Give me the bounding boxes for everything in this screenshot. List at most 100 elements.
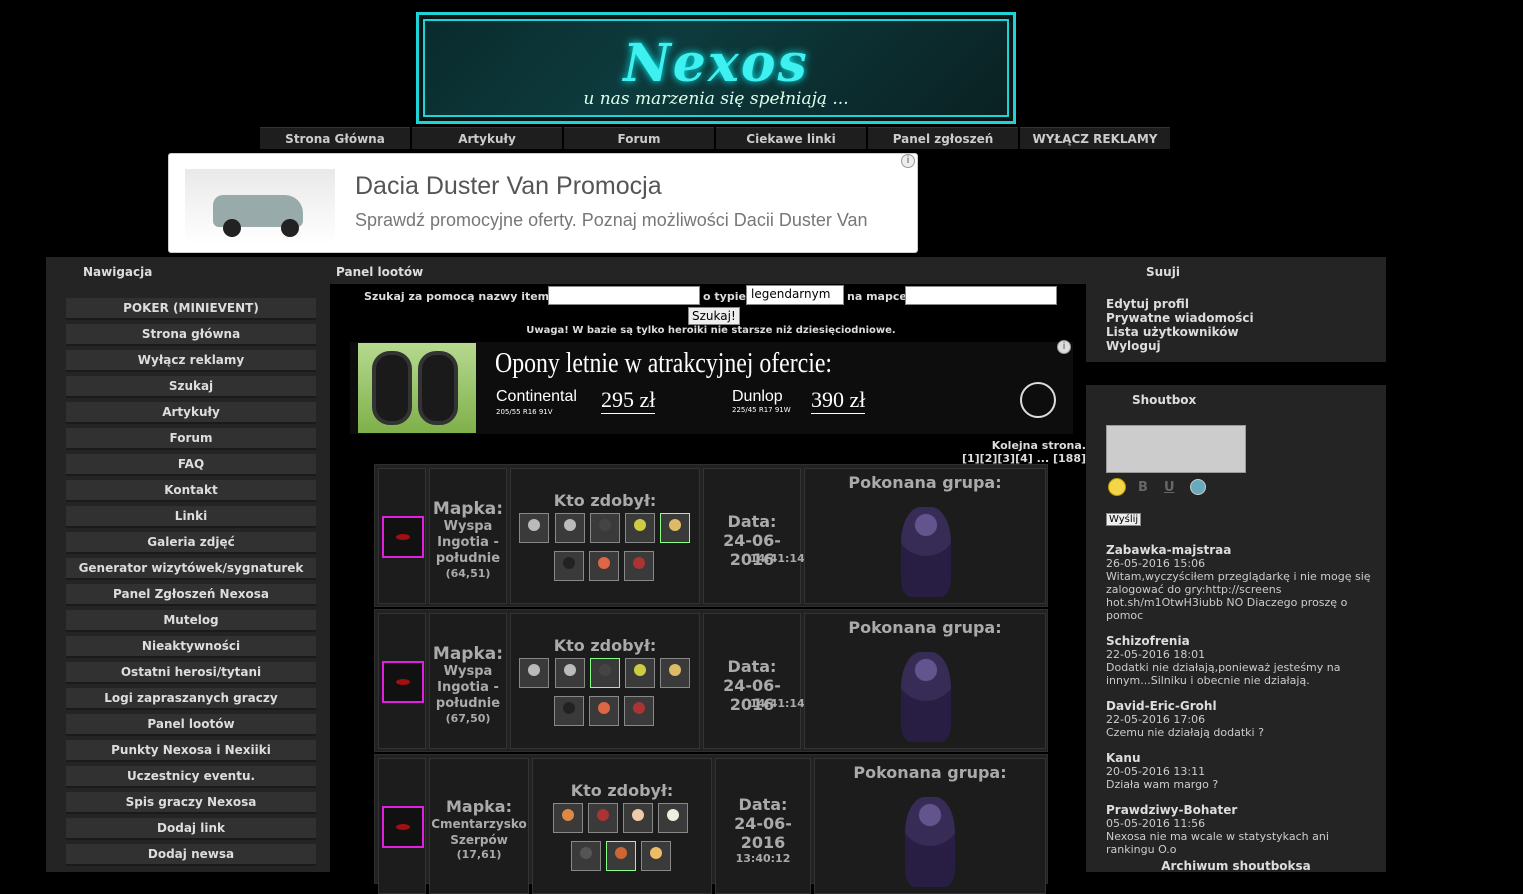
nav-item-players[interactable]: Spis graczy Nexosa [66, 792, 316, 814]
nav-item-generator[interactable]: Generator wizytówek/sygnaturek [66, 558, 316, 580]
player-avatar[interactable] [606, 841, 636, 871]
shout-author[interactable]: Zabawka-majstraa [1106, 543, 1376, 557]
private-messages-link[interactable]: Prywatne wiadomości [1106, 311, 1254, 325]
type-select[interactable]: legendarnym ▾ [746, 285, 844, 315]
site-banner[interactable]: Nexos u nas marzenia się spełniają ... [416, 12, 1016, 124]
player-avatar[interactable] [588, 803, 618, 833]
topnav-reports[interactable]: Panel zgłoszeń [868, 127, 1018, 149]
nav-item-mutelog[interactable]: Mutelog [66, 610, 316, 632]
bold-icon[interactable]: B [1138, 480, 1148, 495]
top-navigation: Strona Główna Artykuły Forum Ciekawe lin… [260, 127, 1170, 149]
nav-item-event[interactable]: Uczestnicy eventu. [66, 766, 316, 788]
nav-item-contact[interactable]: Kontakt [66, 480, 316, 502]
user-list-link[interactable]: Lista użytkowników [1106, 325, 1254, 339]
ad-info-icon[interactable]: i [1057, 340, 1071, 354]
boss-image[interactable] [901, 652, 951, 742]
ad-title: Dacia Duster Van Promocja [355, 172, 662, 200]
shout-message: Czemu nie działają dodatki ? [1106, 726, 1264, 739]
shout-author[interactable]: Prawdziwy-Bohater [1106, 803, 1376, 817]
shout-author[interactable]: Schizofrenia [1106, 634, 1376, 648]
search-button[interactable]: Szukaj! [688, 307, 740, 325]
player-avatar[interactable] [625, 658, 655, 688]
ad-tires-image [358, 343, 476, 433]
player-avatar[interactable] [553, 803, 583, 833]
username: Suuji [1146, 265, 1180, 279]
player-avatar[interactable] [589, 696, 619, 726]
nav-item-add-link[interactable]: Dodaj link [66, 818, 316, 840]
nav-item-inactivity[interactable]: Nieaktywności [66, 636, 316, 658]
ad-offer-price: 390 zł [811, 387, 866, 414]
nav-item-gallery[interactable]: Galeria zdjęć [66, 532, 316, 554]
player-avatar[interactable] [625, 513, 655, 543]
underline-icon[interactable]: U [1164, 480, 1175, 495]
topnav-disable-ads[interactable]: WYŁĄCZ REKLAMY [1020, 127, 1170, 149]
player-avatar[interactable] [623, 803, 653, 833]
nav-item-heroes[interactable]: Ostatni herosi/tytani [66, 662, 316, 684]
shout-author[interactable]: Kanu [1106, 751, 1376, 765]
ad-offer-size: 205/55 R16 91V [496, 408, 553, 416]
nav-item-home[interactable]: Strona główna [66, 324, 316, 346]
player-avatar[interactable] [519, 658, 549, 688]
edit-profile-link[interactable]: Edytuj profil [1106, 297, 1254, 311]
map-icon[interactable] [382, 661, 424, 703]
nav-item-links[interactable]: Linki [66, 506, 316, 528]
map-input[interactable] [905, 286, 1057, 305]
nav-item-loot-panel[interactable]: Panel lootów [66, 714, 316, 736]
topnav-links[interactable]: Ciekawe linki [716, 127, 866, 149]
nav-item-points[interactable]: Punkty Nexosa i Nexiiki [66, 740, 316, 762]
ad-banner-tires[interactable]: Opony letnie w atrakcyjnej ofercie: Cont… [350, 340, 1073, 434]
shoutbox-archive-link[interactable]: Archiwum shoutboksa [1086, 859, 1386, 873]
logout-link[interactable]: Wyloguj [1106, 339, 1254, 353]
shout-textarea[interactable] [1106, 425, 1246, 473]
topnav-articles[interactable]: Artykuły [412, 127, 562, 149]
search-label: Szukaj za pomocą nazwy itemu: [364, 290, 562, 303]
nav-item-faq[interactable]: FAQ [66, 454, 316, 476]
nav-item-articles[interactable]: Artykuły [66, 402, 316, 424]
player-avatar[interactable] [590, 513, 620, 543]
nav-item-search[interactable]: Szukaj [66, 376, 316, 398]
link-icon[interactable] [1190, 479, 1206, 495]
item-name-input[interactable] [548, 286, 700, 305]
player-avatar[interactable] [555, 513, 585, 543]
boss-image[interactable] [905, 797, 955, 887]
player-avatar[interactable] [554, 696, 584, 726]
send-button[interactable]: Wyślij [1106, 513, 1142, 526]
ad-banner-dacia[interactable]: Dacia Duster Van Promocja Sprawdź promoc… [168, 153, 918, 253]
map-icon-cell [378, 613, 426, 749]
type-label: o typie [703, 290, 746, 303]
shoutbox-title: Shoutbox [1132, 393, 1197, 407]
topnav-home[interactable]: Strona Główna [260, 127, 410, 149]
ad-info-icon[interactable]: i [901, 154, 915, 168]
player-avatar[interactable] [554, 551, 584, 581]
ad-text: Sprawdź promocyjne oferty. Poznaj możliw… [355, 210, 868, 230]
topnav-forum[interactable]: Forum [564, 127, 714, 149]
boss-image[interactable] [901, 507, 951, 597]
nav-item-add-news[interactable]: Dodaj newsa [66, 844, 316, 866]
player-avatar[interactable] [624, 551, 654, 581]
player-avatar[interactable] [658, 803, 688, 833]
map-icon[interactable] [382, 806, 424, 848]
nav-item-invite-logs[interactable]: Logi zapraszanych graczy [66, 688, 316, 710]
player-avatar[interactable] [660, 513, 690, 543]
map-cell: Mapka: Wyspa Ingotia - południe (67,50) [429, 613, 507, 749]
player-avatar[interactable] [660, 658, 690, 688]
player-avatar[interactable] [519, 513, 549, 543]
mercedes-logo-icon [1020, 382, 1056, 418]
player-avatar[interactable] [555, 658, 585, 688]
player-avatar[interactable] [624, 696, 654, 726]
nav-item-poker[interactable]: POKER (MINIEVENT) [66, 298, 316, 320]
player-avatar[interactable] [590, 658, 620, 688]
shout-author[interactable]: David-Eric-Grohl [1106, 699, 1376, 713]
ad-car-image [185, 169, 335, 244]
player-avatar[interactable] [641, 841, 671, 871]
player-avatar[interactable] [571, 841, 601, 871]
nav-item-disable-ads[interactable]: Wyłącz reklamy [66, 350, 316, 372]
date-cell: Data: 24-06-2016 14:41:14 [703, 613, 805, 749]
nav-item-report-panel[interactable]: Panel Zgłoszeń Nexosa [66, 584, 316, 606]
nav-item-forum[interactable]: Forum [66, 428, 316, 450]
smiley-icon[interactable] [1108, 478, 1126, 496]
shout-date: 22-05-2016 18:01 [1106, 648, 1206, 661]
map-coords: (67,50) [445, 712, 491, 725]
player-avatar[interactable] [589, 551, 619, 581]
map-icon[interactable] [382, 516, 424, 558]
